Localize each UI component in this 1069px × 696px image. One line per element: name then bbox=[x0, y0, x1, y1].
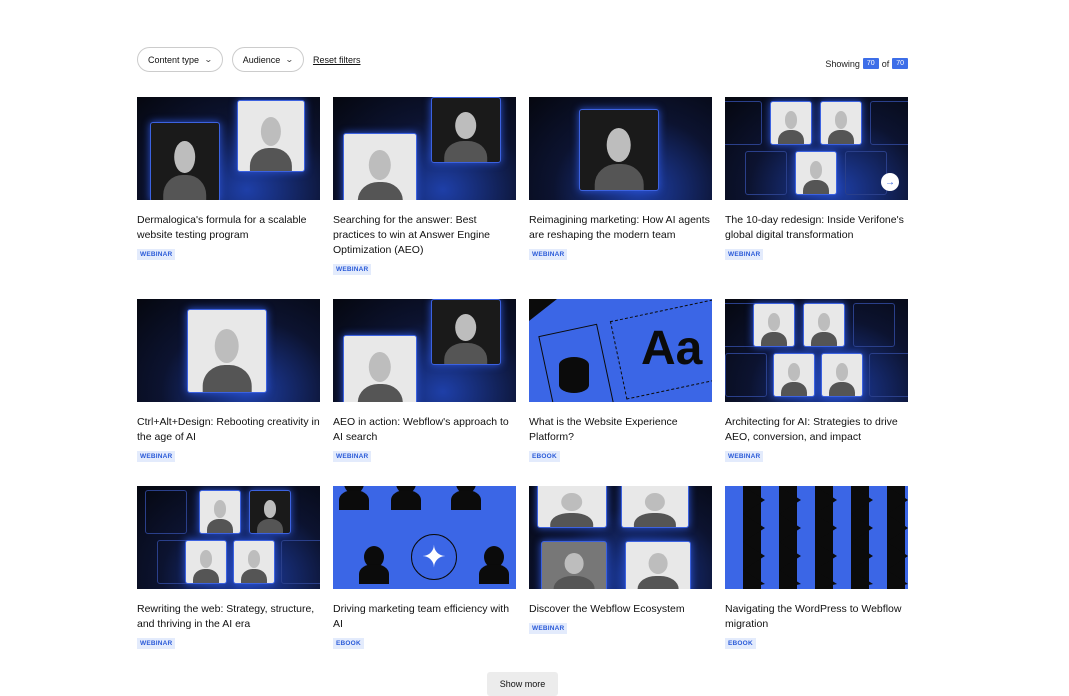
card-title: Searching for the answer: Best practices… bbox=[333, 214, 490, 256]
show-more-button[interactable]: Show more bbox=[487, 672, 558, 696]
audience-filter[interactable]: Audience ⌄ bbox=[231, 47, 304, 72]
results-count: Showing 70 of 70 bbox=[825, 58, 908, 69]
chevron-down-icon: ⌄ bbox=[204, 55, 213, 64]
card-tag: WEBINAR bbox=[137, 638, 176, 649]
card-title: Ctrl+Alt+Design: Rebooting creativity in… bbox=[137, 416, 320, 443]
card-thumbnail bbox=[529, 97, 712, 200]
zigzag-pattern bbox=[743, 486, 908, 589]
card-title: Navigating the WordPress to Webflow migr… bbox=[725, 603, 902, 630]
card-title: Reimagining marketing: How AI agents are… bbox=[529, 214, 710, 241]
card-tag: WEBINAR bbox=[333, 264, 372, 275]
resource-card[interactable]: Dermalogica's formula for a scalable web… bbox=[137, 97, 320, 299]
card-title: Driving marketing team efficiency with A… bbox=[333, 603, 510, 630]
card-thumbnail bbox=[137, 97, 320, 200]
chevron-down-icon: ⌄ bbox=[285, 55, 294, 64]
arrow-right-icon[interactable]: → bbox=[881, 173, 899, 191]
card-tag: WEBINAR bbox=[137, 451, 176, 462]
resource-card[interactable]: Rewriting the web: Strategy, structure, … bbox=[137, 486, 320, 666]
content-type-label: Content type bbox=[148, 54, 200, 65]
showing-count: 70 bbox=[862, 58, 879, 69]
card-thumbnail: → bbox=[725, 97, 908, 200]
card-title: What is the Website Experience Platform? bbox=[529, 416, 678, 443]
card-thumbnail: ✦ bbox=[333, 486, 516, 589]
card-thumbnail bbox=[333, 97, 516, 200]
card-tag: WEBINAR bbox=[333, 451, 372, 462]
card-tag: WEBINAR bbox=[725, 451, 764, 462]
resource-card[interactable]: ✦ Driving marketing team efficiency with… bbox=[333, 486, 516, 666]
resource-card[interactable]: Aa What is the Website Experience Platfo… bbox=[529, 299, 712, 486]
resource-card[interactable]: Discover the Webflow Ecosystem WEBINAR bbox=[529, 486, 712, 666]
card-tag: EBOOK bbox=[725, 638, 756, 649]
card-tag: WEBINAR bbox=[725, 249, 764, 260]
resource-card[interactable]: AEO in action: Webflow's approach to AI … bbox=[333, 299, 516, 486]
filter-bar: Content type ⌄ Audience ⌄ Reset filters bbox=[137, 47, 361, 72]
thumb-aa-text: Aa bbox=[641, 322, 703, 375]
card-tag: EBOOK bbox=[529, 451, 560, 462]
resource-card[interactable]: Reimagining marketing: How AI agents are… bbox=[529, 97, 712, 299]
card-thumbnail bbox=[137, 486, 320, 589]
content-type-filter[interactable]: Content type ⌄ bbox=[137, 47, 223, 72]
card-title: The 10-day redesign: Inside Verifone's g… bbox=[725, 214, 904, 241]
card-thumbnail: Aa bbox=[529, 299, 712, 402]
showing-label: Showing bbox=[825, 58, 860, 69]
card-title: Discover the Webflow Ecosystem bbox=[529, 603, 685, 615]
resource-card[interactable]: Navigating the WordPress to Webflow migr… bbox=[725, 486, 908, 666]
card-tag: WEBINAR bbox=[529, 249, 568, 260]
reset-filters-link[interactable]: Reset filters bbox=[313, 55, 361, 65]
card-title: Rewriting the web: Strategy, structure, … bbox=[137, 603, 315, 630]
card-title: AEO in action: Webflow's approach to AI … bbox=[333, 416, 509, 443]
resource-card[interactable]: Ctrl+Alt+Design: Rebooting creativity in… bbox=[137, 299, 320, 486]
resource-card[interactable]: Searching for the answer: Best practices… bbox=[333, 97, 516, 299]
sparkle-icon: ✦ bbox=[411, 534, 457, 580]
card-title: Architecting for AI: Strategies to drive… bbox=[725, 416, 898, 443]
card-thumbnail bbox=[529, 486, 712, 589]
card-tag: WEBINAR bbox=[137, 249, 176, 260]
total-count: 70 bbox=[892, 58, 908, 69]
resource-card[interactable]: → The 10-day redesign: Inside Verifone's… bbox=[725, 97, 908, 299]
card-tag: WEBINAR bbox=[529, 623, 568, 634]
card-thumbnail bbox=[725, 299, 908, 402]
card-title: Dermalogica's formula for a scalable web… bbox=[137, 214, 307, 241]
card-thumbnail bbox=[137, 299, 320, 402]
resource-grid: Dermalogica's formula for a scalable web… bbox=[137, 97, 908, 666]
of-label: of bbox=[881, 58, 890, 69]
audience-label: Audience bbox=[242, 54, 281, 65]
card-thumbnail bbox=[725, 486, 908, 589]
card-tag: EBOOK bbox=[333, 638, 364, 649]
card-thumbnail bbox=[333, 299, 516, 402]
resource-card[interactable]: Architecting for AI: Strategies to drive… bbox=[725, 299, 908, 486]
